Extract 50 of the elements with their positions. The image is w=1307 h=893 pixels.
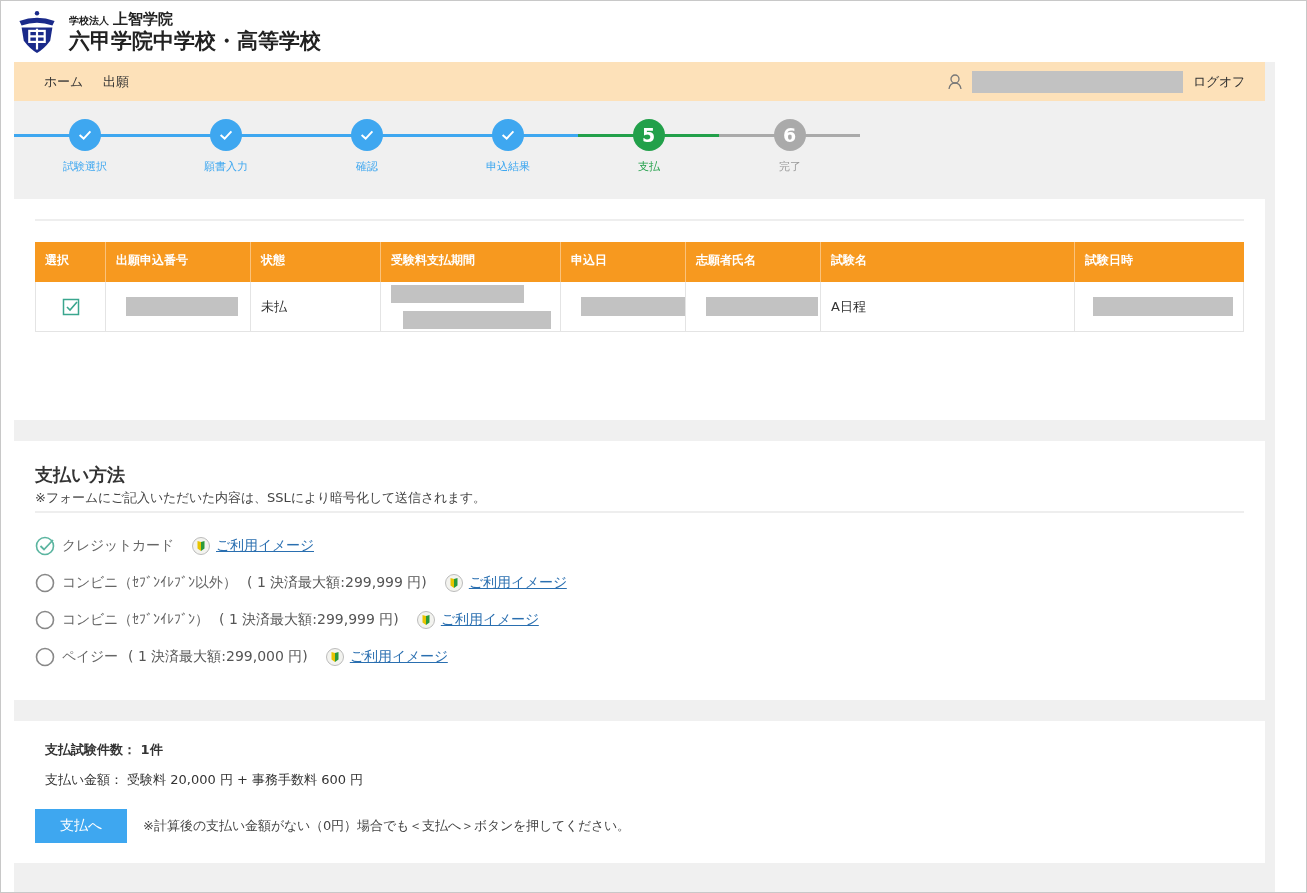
section-title: 支払い方法: [35, 463, 126, 487]
beginner-mark-icon: [416, 610, 435, 629]
payment-option-label: コンビニ（ｾﾌﾞﾝｲﾚﾌﾞﾝ）: [62, 610, 209, 629]
usage-image-link[interactable]: ご利用イメージ: [440, 610, 539, 629]
beginner-mark-icon: [444, 573, 463, 592]
column-header: 受験料支払期間: [380, 242, 560, 282]
radio-button[interactable]: [35, 572, 55, 593]
column-header: 試験名: [820, 242, 1074, 282]
ssl-note: ※フォームにご記入いただいた内容は、SSLにより暗号化して送信されます。: [35, 489, 487, 507]
payment-limit: ( 1 決済最大額:299,999 円): [247, 573, 427, 592]
step-label: 支払: [637, 159, 660, 174]
step-label: 試験選択: [62, 159, 107, 174]
corporation-label: 学校法人: [69, 14, 109, 28]
payment-limit: ( 1 決済最大額:299,000 円): [128, 647, 308, 666]
beginner-mark-icon: [192, 536, 210, 555]
column-header: 状態: [250, 242, 380, 282]
step-label: 完了: [778, 159, 801, 174]
usage-image-link[interactable]: ご利用イメージ: [216, 536, 314, 555]
column-header: 申込日: [560, 242, 685, 282]
checkbox[interactable]: [61, 297, 80, 316]
logoff-link[interactable]: ログオフ: [1193, 72, 1245, 91]
column-header: 試験日時: [1074, 242, 1244, 282]
step-label: 確認: [355, 159, 378, 174]
beginner-mark-icon: [325, 647, 344, 666]
payment-option-label: コンビニ（ｾﾌﾞﾝｲﾚﾌﾞﾝ以外）: [62, 573, 237, 592]
payment-note: ※計算後の支払い金額がない（0円）場合でも＜支払へ＞ボタンを押してください。: [143, 817, 631, 835]
column-header: 出願申込番号: [105, 242, 250, 282]
user-icon: [948, 73, 962, 90]
radio-button[interactable]: [35, 609, 55, 630]
radio-button[interactable]: [35, 646, 55, 667]
nav-link[interactable]: 出願: [103, 72, 129, 91]
nav-link[interactable]: ホーム: [44, 72, 83, 91]
radio-button[interactable]: [35, 535, 55, 556]
step-circle: 6: [773, 119, 806, 151]
usage-image-link[interactable]: ご利用イメージ: [349, 647, 448, 666]
step-circle: 5: [632, 119, 665, 151]
step-label: 申込結果: [485, 159, 530, 174]
payment-option-label: クレジットカード: [62, 536, 174, 555]
exam-count: 支払試験件数： 1件: [44, 741, 164, 759]
payment-option-label: ペイジー: [62, 647, 118, 666]
payment-limit: ( 1 決済最大額:299,999 円): [219, 610, 399, 629]
table-cell: A日程: [831, 297, 866, 316]
column-header: 志願者氏名: [685, 242, 820, 282]
step-label: 願書入力: [203, 159, 248, 174]
corporation-name: 上智学院: [113, 10, 173, 29]
school-name: 六甲学院中学校・高等学校: [69, 29, 321, 53]
payment-amount: 支払い金額： 受験料 20,000 円 + 事務手数料 600 円: [44, 771, 365, 789]
column-header: 選択: [44, 252, 70, 269]
table-cell: 未払: [261, 297, 287, 316]
usage-image-link[interactable]: ご利用イメージ: [468, 573, 567, 592]
